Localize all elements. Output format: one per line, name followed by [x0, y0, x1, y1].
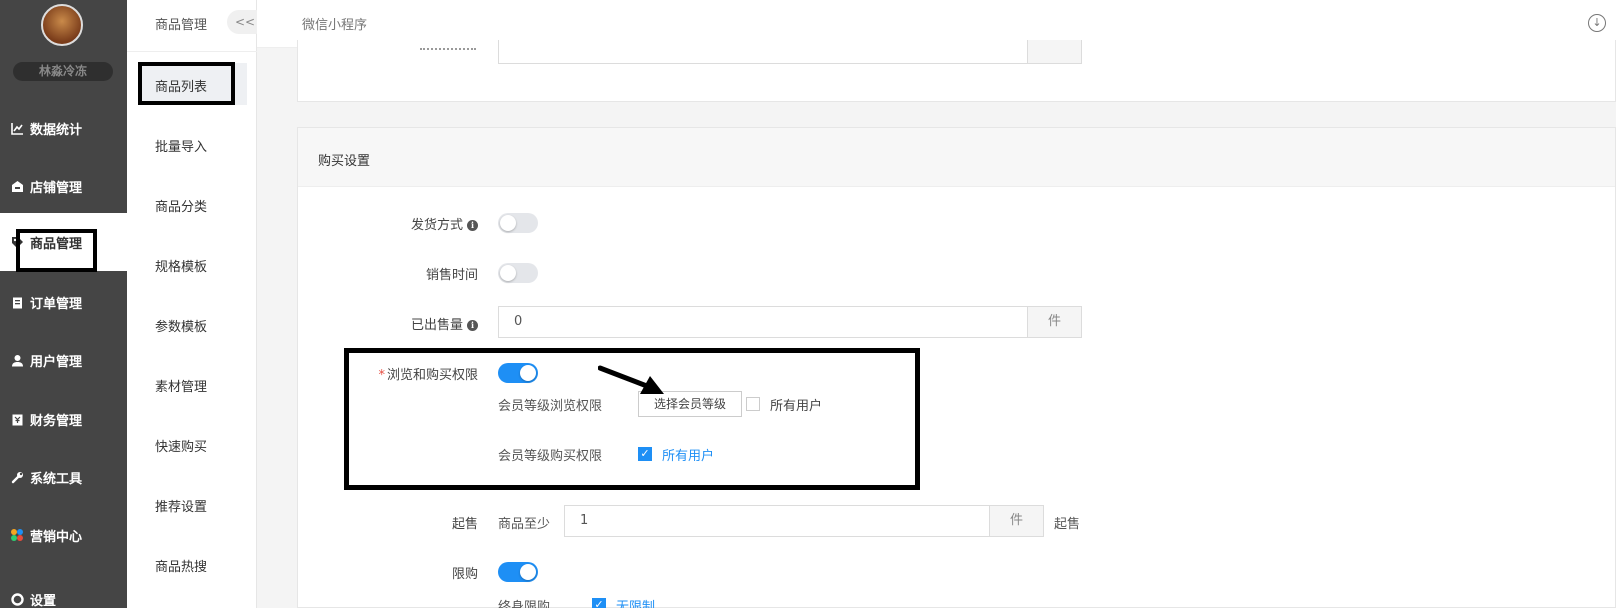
- sub-item-category[interactable]: 商品分类: [155, 196, 207, 215]
- finance-icon: [10, 412, 24, 426]
- sidebar-item-label: 营销中心: [30, 529, 83, 545]
- info-icon[interactable]: i: [467, 220, 478, 231]
- header-title[interactable]: 微信小程序: [302, 14, 367, 33]
- sidebar-item-statistics[interactable]: 数据统计: [0, 99, 127, 157]
- delivery-method-label: 发货方式 i: [380, 214, 478, 233]
- input-value: 0: [514, 314, 523, 329]
- input-value: 1: [580, 513, 589, 528]
- sold-quantity-input[interactable]: 0 件: [498, 306, 1082, 338]
- sidebar-item-label: 店铺管理: [30, 180, 83, 196]
- download-icon[interactable]: ↓: [1588, 14, 1606, 32]
- delivery-method-switch[interactable]: [498, 213, 538, 233]
- sub-item-spec-template[interactable]: 规格模板: [155, 256, 207, 275]
- card-header: 购买设置: [298, 128, 1615, 187]
- sidebar-item-label: 订单管理: [30, 296, 83, 312]
- sold-quantity-label: 已出售量 i: [380, 314, 478, 333]
- label-text: 发货方式: [410, 218, 463, 233]
- annotation-arrow-icon: [598, 365, 664, 394]
- min-purchase-input[interactable]: 1 件: [564, 505, 1044, 537]
- store-icon: [10, 179, 24, 193]
- sidebar-item-label: 财务管理: [30, 413, 83, 429]
- input-addon: [1027, 40, 1081, 63]
- sub-item-hot-search[interactable]: 商品热搜: [155, 556, 207, 575]
- clipboard-icon: [10, 295, 24, 309]
- sidebar-item-label: 商品管理: [30, 236, 83, 252]
- shop-avatar[interactable]: [41, 4, 83, 46]
- marketing-icon: [10, 528, 24, 542]
- wrench-icon: [10, 470, 24, 484]
- lifetime-unlimited-label[interactable]: 无限制: [616, 596, 655, 608]
- annotation-box-product-list: [138, 62, 235, 105]
- sidebar-item-marketing[interactable]: 营销中心: [0, 506, 127, 564]
- user-icon: [10, 353, 24, 367]
- sidebar-item-store[interactable]: 店铺管理: [0, 157, 127, 215]
- sale-time-switch[interactable]: [498, 263, 538, 283]
- cut-off-input[interactable]: [498, 40, 1082, 64]
- settings-icon: [10, 592, 24, 606]
- sub-item-recommend[interactable]: 推荐设置: [155, 496, 207, 515]
- purchase-limit-label: 限购: [451, 567, 478, 582]
- section-title: 购买设置: [318, 154, 371, 169]
- sidebar-item-label: 用户管理: [30, 354, 83, 370]
- sub-item-batch-import[interactable]: 批量导入: [155, 136, 207, 155]
- label-text: 已出售量: [410, 318, 463, 333]
- sidebar-item-settings[interactable]: 设置: [0, 570, 127, 608]
- sidebar-item-label: 数据统计: [30, 122, 83, 138]
- unit-addon: 件: [989, 506, 1043, 536]
- min-suffix-label: 起售: [1054, 517, 1081, 532]
- sale-time-label: 销售时间: [425, 268, 478, 283]
- subbar-title: 商品管理: [155, 18, 208, 33]
- info-icon[interactable]: i: [467, 320, 478, 331]
- sidebar-item-label: 系统工具: [30, 471, 83, 487]
- chart-line-icon: [10, 121, 24, 135]
- tag-icon: [10, 235, 24, 249]
- sidebar-item-finance[interactable]: 财务管理: [0, 390, 127, 448]
- sidebar-item-products[interactable]: 商品管理: [0, 213, 127, 271]
- sub-item-materials[interactable]: 素材管理: [155, 376, 207, 395]
- divider: [127, 51, 257, 52]
- sidebar-item-label: 设置: [30, 593, 57, 608]
- main-sidebar: 林淼冷冻 数据统计 店铺管理 商品管理 订单管理 用户管理 财务管理 系统工具 …: [0, 0, 127, 608]
- unit-addon: 件: [1027, 307, 1081, 337]
- sub-item-param-template[interactable]: 参数模板: [155, 316, 207, 335]
- min-prefix-label: 商品至少: [498, 517, 551, 532]
- sidebar-item-users[interactable]: 用户管理: [0, 331, 127, 389]
- min-purchase-label: 起售: [451, 517, 478, 532]
- cut-off-label: [418, 42, 478, 52]
- lifetime-limit-label: 终身限购: [498, 600, 551, 608]
- sidebar-item-tools[interactable]: 系统工具: [0, 448, 127, 506]
- sub-item-quick-buy[interactable]: 快速购买: [155, 436, 207, 455]
- purchase-limit-switch[interactable]: [498, 562, 538, 582]
- shop-name: 林淼冷冻: [13, 62, 113, 81]
- sidebar-item-orders[interactable]: 订单管理: [0, 273, 127, 331]
- lifetime-unlimited-checkbox[interactable]: ✓: [592, 598, 606, 608]
